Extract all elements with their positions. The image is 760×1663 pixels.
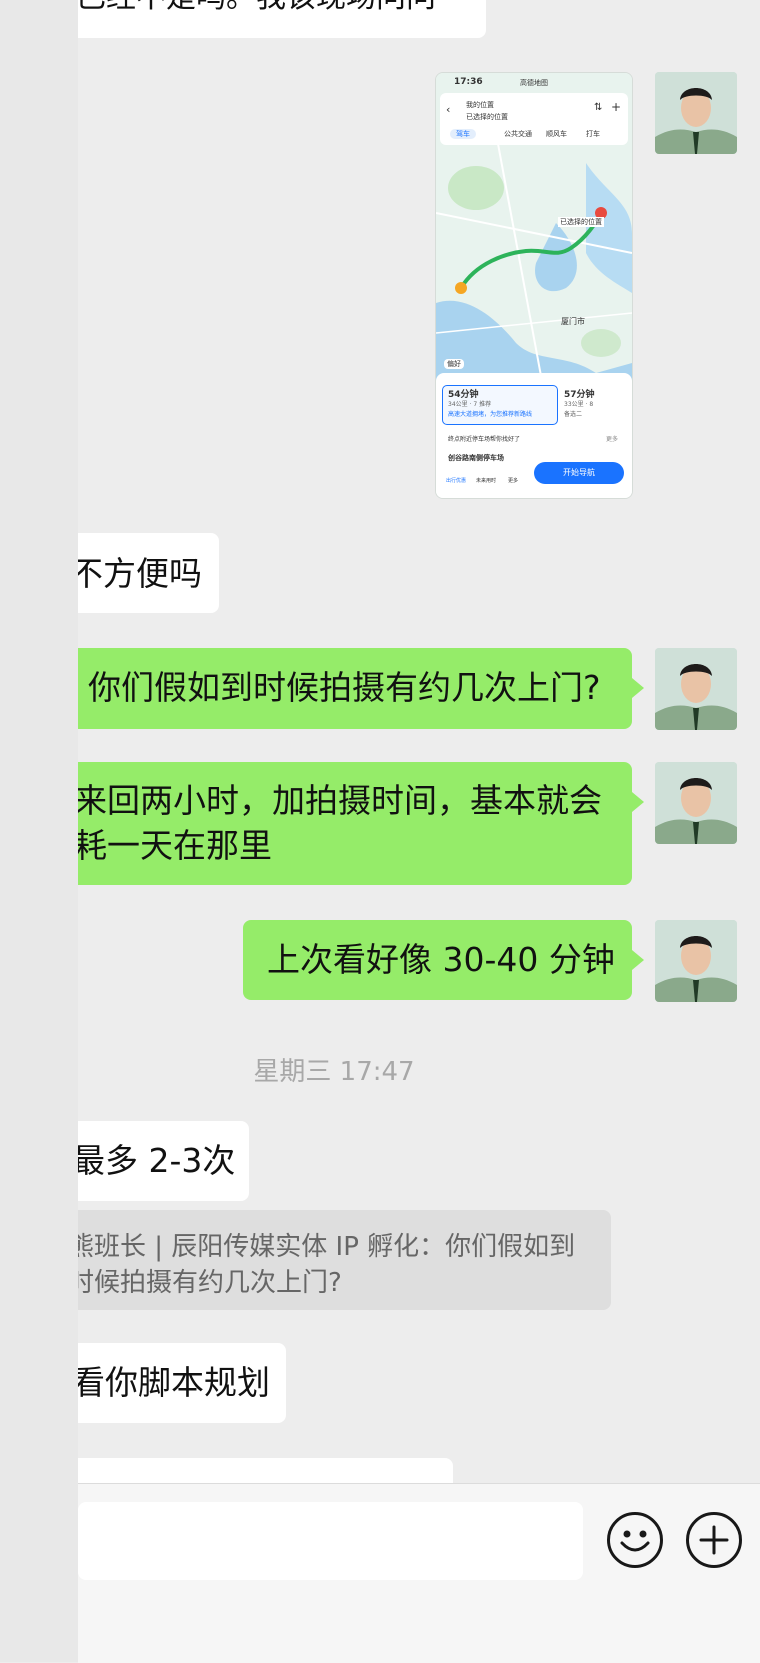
message-text: 已经不是吗。我该现场问问 (78, 0, 436, 19)
message-bubble-at-most[interactable]: 最多 2-3次 (78, 1121, 249, 1201)
map-status-time: 17:36 (454, 77, 483, 87)
map-tab-future[interactable]: 未来用时 (476, 477, 496, 484)
map-start-nav-label: 开始导航 (563, 468, 595, 477)
message-bubble-last-time[interactable]: 上次看好像 30-40 分钟 (243, 920, 632, 1000)
map-route2-note: 备选二 (564, 411, 583, 418)
map-route-label: 已选择的位置 (558, 217, 604, 227)
message-text: 最多 2-3次 (78, 1141, 236, 1180)
map-tab-more[interactable]: 更多 (508, 477, 518, 484)
chat-timestamp: 星期三 17:47 (253, 1057, 415, 1087)
quote-text-line2: 时候拍摄有约几次上门? (78, 1268, 342, 1298)
avatar-self-4[interactable] (655, 920, 737, 1002)
message-bubble-top-partial[interactable]: 已经不是吗。我该现场问问 (78, 0, 486, 38)
map-city-label: 厦门市 (561, 317, 585, 326)
map-more-link[interactable]: 更多 (606, 434, 618, 443)
map-status-app: 高德地图 (520, 79, 548, 87)
message-text: 你们假如到时候拍摄有约几次上门? (88, 668, 601, 707)
avatar-self-3[interactable] (655, 762, 737, 844)
map-route1-note: 高速大道拥堵，为您推荐新路线 (448, 411, 533, 418)
message-input[interactable] (78, 1502, 583, 1580)
bubble-tail (632, 678, 644, 698)
plus-icon[interactable] (686, 1512, 742, 1568)
message-bubble-see-script[interactable]: 看你脚本规划 (78, 1343, 286, 1423)
chat-input-bar (78, 1483, 760, 1663)
message-bubble-inconvenient[interactable]: 不方便吗 (78, 533, 219, 613)
avatar-self-1[interactable] (655, 72, 737, 154)
avatar-self-2[interactable] (655, 648, 737, 730)
map-mode-taxi[interactable]: 打车 (586, 129, 600, 139)
bubble-tail (632, 792, 644, 812)
bubble-tail (632, 950, 644, 970)
message-bubble-roundtrip[interactable]: 来回两小时，加拍摄时间，基本就会 耗一天在那里 (78, 762, 632, 885)
message-text: 不方便吗 (78, 554, 202, 593)
map-my-location[interactable]: 我的位置 (466, 100, 494, 110)
map-selected-location[interactable]: 已选择的位置 (466, 112, 508, 122)
message-text: 上次看好像 30-40 分钟 (267, 940, 615, 979)
map-swap-icon[interactable]: ⇅ (594, 102, 602, 113)
message-text-line1: 来回两小时，加拍摄时间，基本就会 (78, 781, 602, 820)
map-screenshot-image[interactable]: 17:36 高德地图 ‹ 我的位置 已选择的位置 ⇅ + 驾车 公共交通 顺风车… (435, 72, 633, 499)
emoji-icon[interactable] (607, 1512, 663, 1568)
quote-text-line1: 熊班长 | 辰阳传媒实体 IP 孵化：你们假如到 (78, 1232, 576, 1262)
map-back-icon[interactable]: ‹ (446, 103, 450, 116)
map-tab-deals[interactable]: 出行优惠 (446, 477, 466, 484)
map-parking-name: 创谷路南侧停车场 (448, 454, 504, 462)
map-pref-label[interactable]: 偏好 (444, 359, 464, 369)
message-text: 看你脚本规划 (78, 1363, 270, 1402)
map-start-nav-button[interactable]: 开始导航 (534, 462, 624, 484)
message-text-line2: 耗一天在那里 (78, 826, 272, 865)
message-bubble-how-many-visits[interactable]: 你们假如到时候拍摄有约几次上门? (78, 648, 632, 729)
map-mode-transit[interactable]: 公共交通 (504, 129, 532, 139)
left-panel-edge (0, 0, 78, 1662)
map-add-icon[interactable]: + (611, 100, 621, 114)
map-route2-info: 33公里 · 8 (564, 401, 594, 408)
map-mode-drive[interactable]: 驾车 (450, 129, 476, 139)
quoted-message[interactable]: 熊班长 | 辰阳传媒实体 IP 孵化：你们假如到 时候拍摄有约几次上门? (78, 1210, 611, 1310)
map-mode-ride[interactable]: 顺风车 (546, 129, 567, 139)
map-parking-tip[interactable]: 终点附近停车场帮你找好了 (448, 434, 520, 443)
map-route1-info: 34公里 · 7 推荐 (448, 401, 492, 408)
